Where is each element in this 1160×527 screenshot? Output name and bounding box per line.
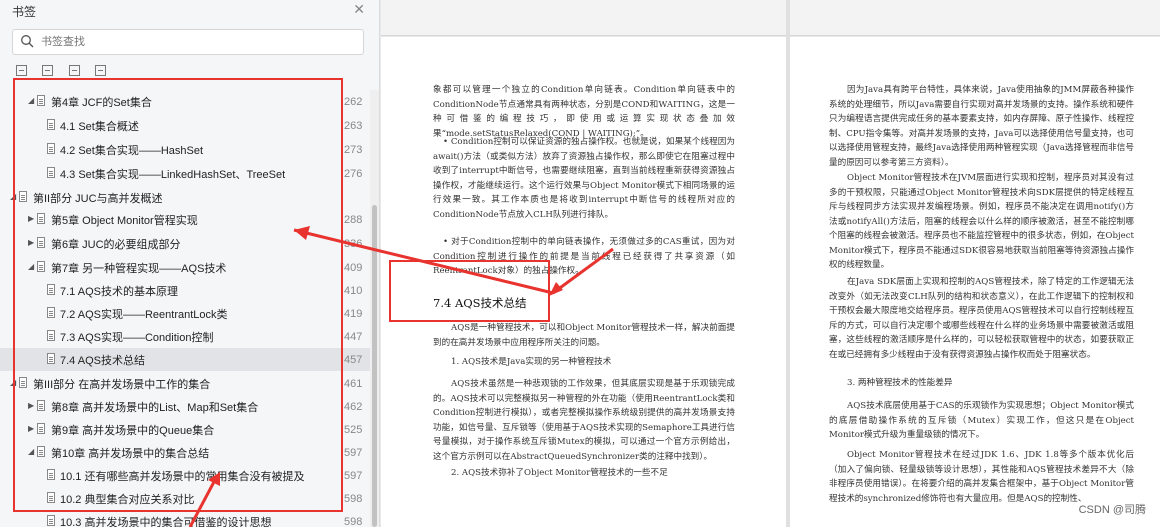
paragraph: • Condition控制可以保证资源的独占操作权。也就是说，如果某个线程因为a…: [433, 137, 735, 220]
previous-page-bottom: [381, 0, 1160, 36]
annotation-highlight-box: [389, 260, 550, 322]
paragraph: AQS技术底层使用基于CAS的乐观锁作为实现思想；Object Monitor模…: [829, 401, 1134, 440]
bookmark-page: 419: [344, 308, 363, 320]
subsection-title: 1. AQS技术是Java实现的另一种管程技术: [451, 357, 612, 367]
bookmark-panel: 书签 ✕ ◢ 第4章 JCF的Set集合 262: [0, 0, 380, 527]
paragraph: AQS是一种管程技术，可以和Object Monitor管程技术一样，解决前面提…: [433, 323, 735, 348]
paragraph: Object Monitor管程技术在JVM层面进行实现和控制，程序员对其没有过…: [829, 173, 1134, 270]
close-icon[interactable]: ✕: [353, 1, 365, 18]
bookmark-page: 410: [344, 285, 363, 297]
bookmark-settings-icon[interactable]: [95, 65, 107, 76]
bookmark-page: 336: [344, 238, 363, 250]
bookmark-page: 262: [344, 96, 363, 108]
paragraph: 象都可以管理一个独立的Condition单向链表。Condition单向链表中的…: [433, 85, 735, 139]
bookmark-icon: [47, 515, 55, 526]
scrollbar-thumb[interactable]: [372, 205, 377, 527]
document-viewer[interactable]: 象都可以管理一个独立的Condition单向链表。Condition单向链表中的…: [381, 0, 1160, 527]
bookmark-page: 597: [344, 447, 363, 459]
bookmark-page: 273: [344, 144, 363, 156]
bookmark-page: 276: [344, 168, 363, 180]
paragraph: 因为Java具有跨平台特性，具体来说，Java使用抽象的JMM屏蔽各种操作系统的…: [829, 85, 1134, 168]
bookmark-page: 597: [344, 470, 363, 482]
bookmark-label: 10.3 高并发场景中的集合可借鉴的设计思想: [60, 517, 272, 527]
document-page-right: 因为Java具有跨平台特性，具体来说，Java使用抽象的JMM屏蔽各种操作系统的…: [790, 37, 1160, 527]
bookmark-page: 409: [344, 262, 363, 274]
bookmark-page: 598: [344, 493, 363, 505]
bookmark-title: 书签: [12, 5, 37, 19]
bookmark-toolbar: [16, 63, 117, 79]
subsection-title: 2. AQS技术弥补了Object Monitor管程技术的一些不足: [451, 468, 668, 478]
collapse-all-icon[interactable]: [42, 65, 54, 76]
annotation-highlight-box: [13, 78, 343, 512]
pdf-reader-window: 书签 ✕ ◢ 第4章 JCF的Set集合 262: [0, 0, 1160, 527]
bookmark-page: 525: [344, 424, 363, 436]
watermark: CSDN @司腾: [1078, 504, 1146, 516]
bookmark-page: 263: [344, 120, 363, 132]
expand-all-icon[interactable]: [16, 65, 27, 76]
bookmark-page: 447: [344, 331, 363, 343]
paragraph: Object Monitor管程技术在经过JDK 1.6、JDK 1.8等多个版…: [829, 450, 1134, 504]
subsection-title: 3. 两种管程技术的性能差异: [847, 378, 953, 388]
bookmark-page: 462: [344, 401, 363, 413]
bookmark-search-input[interactable]: [41, 34, 351, 50]
add-bookmark-icon[interactable]: [68, 65, 80, 76]
bookmark-page: 598: [344, 516, 363, 527]
bookmark-page: 288: [344, 214, 363, 226]
bookmark-page: 461: [344, 378, 363, 390]
paragraph: 在Java SDK层面上实现和控制的AQS管程技术，除了特定的工作逻辑无法改变外…: [829, 277, 1134, 360]
bookmark-item[interactable]: 10.3 高并发场景中的集合可借鉴的设计思想 598: [0, 510, 370, 527]
paragraph: AQS技术虽然是一种悲观锁的工作效果，但其底层实现是基于乐观锁完成的。AQS技术…: [433, 379, 735, 462]
bookmark-page: 457: [344, 354, 363, 366]
search-icon: [21, 35, 34, 48]
bookmark-header: 书签 ✕: [0, 0, 379, 20]
bookmark-search-box[interactable]: [12, 29, 364, 55]
